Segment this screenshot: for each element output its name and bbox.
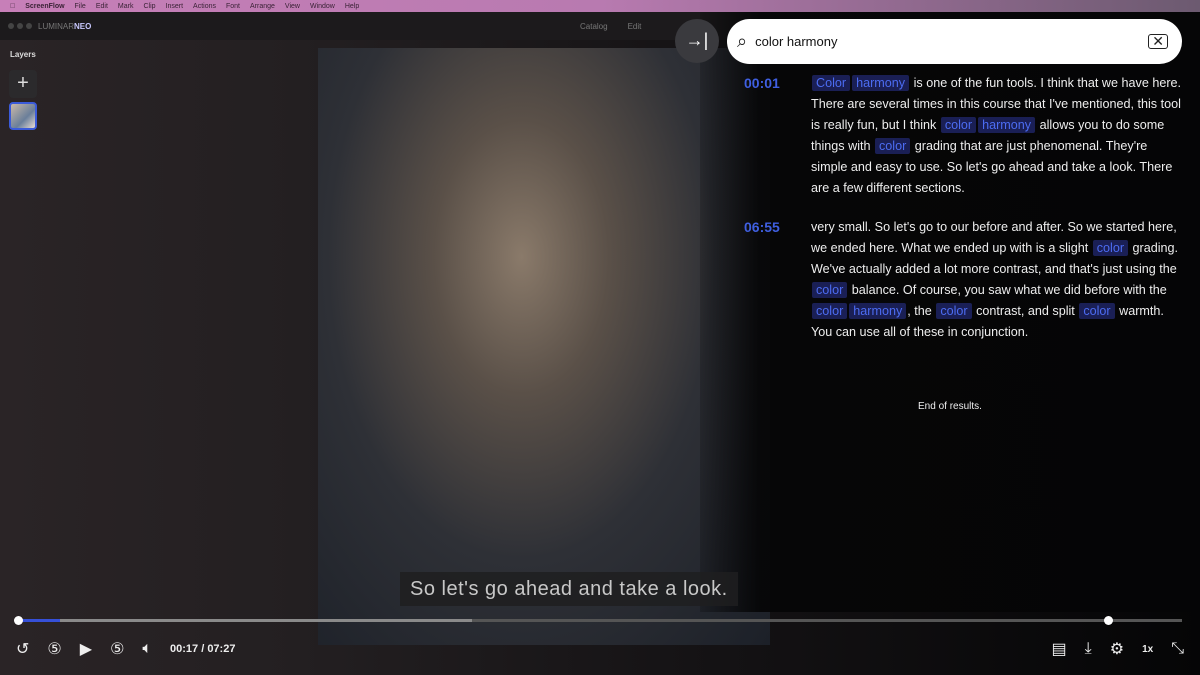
- exit-fullscreen-icon[interactable]: ⤡: [1171, 640, 1184, 658]
- search-match-highlight: Color: [812, 75, 851, 91]
- search-result[interactable]: 00:01 Color harmony is one of the fun too…: [744, 73, 1184, 199]
- transcript-text: , the: [907, 304, 936, 318]
- result-text: Color harmony is one of the fun tools. I …: [811, 73, 1184, 199]
- rewind-5-icon[interactable]: ⑤: [47, 639, 61, 659]
- menu-actions[interactable]: Actions: [193, 3, 216, 10]
- catalog-tab[interactable]: Catalog: [580, 22, 608, 31]
- menu-insert[interactable]: Insert: [166, 3, 184, 10]
- result-timestamp[interactable]: 00:01: [744, 73, 811, 199]
- search-match-highlight: harmony: [978, 117, 1036, 133]
- menu-view[interactable]: View: [285, 3, 300, 10]
- restart-icon[interactable]: ↺: [16, 639, 29, 659]
- search-match-highlight: color: [1079, 303, 1115, 319]
- progress-fill: [18, 619, 60, 622]
- forward-5-icon[interactable]: ⑤: [110, 639, 124, 659]
- menu-edit[interactable]: Edit: [96, 3, 108, 10]
- progress-start-handle[interactable]: [14, 616, 23, 625]
- player-controls: ↺ ⑤ ▶ ⑤ 🔈︎ 00:17 / 07:27 ▤ ⤓ ⚙ 1x ⤡: [16, 638, 1184, 660]
- search-match-highlight: color: [812, 282, 848, 298]
- download-icon[interactable]: ⤓: [1085, 640, 1092, 658]
- window-controls[interactable]: [8, 23, 32, 29]
- progress-bar[interactable]: [14, 616, 1182, 625]
- buffered-bar: [18, 619, 472, 622]
- apple-icon[interactable]: : [10, 3, 15, 10]
- playback-speed-button[interactable]: 1x: [1142, 644, 1153, 655]
- search-match-highlight: color: [875, 138, 911, 154]
- progress-end-handle[interactable]: [1103, 616, 1113, 625]
- menu-font[interactable]: Font: [226, 3, 240, 10]
- edit-tab[interactable]: Edit: [628, 22, 642, 31]
- menu-help[interactable]: Help: [345, 3, 359, 10]
- settings-gear-icon[interactable]: ⚙: [1110, 639, 1124, 659]
- search-match-highlight: color: [812, 303, 848, 319]
- volume-icon[interactable]: 🔈︎: [142, 640, 152, 658]
- collapse-panel-button[interactable]: →|: [675, 19, 719, 63]
- menu-window[interactable]: Window: [310, 3, 335, 10]
- time-display: 00:17 / 07:27: [170, 643, 236, 655]
- captions-icon[interactable]: ▤: [1052, 639, 1067, 659]
- app-logo: LUMINARNEO: [38, 21, 92, 31]
- search-match-highlight: harmony: [852, 75, 910, 91]
- clear-search-icon[interactable]: ✕: [1148, 34, 1168, 49]
- result-text: very small. So let's go to our before an…: [811, 217, 1184, 343]
- add-layer-button[interactable]: +: [9, 70, 37, 98]
- menu-mark[interactable]: Mark: [118, 3, 134, 10]
- menu-file[interactable]: File: [75, 3, 86, 10]
- play-icon[interactable]: ▶: [80, 639, 92, 659]
- search-icon: ⌕: [737, 31, 748, 51]
- search-box: ⌕ ✕: [727, 19, 1182, 64]
- menu-clip[interactable]: Clip: [143, 3, 155, 10]
- search-match-highlight: color: [940, 117, 977, 133]
- layer-thumbnail[interactable]: [9, 102, 37, 130]
- layers-title: Layers: [10, 50, 36, 59]
- menu-app[interactable]: ScreenFlow: [25, 3, 64, 10]
- menu-arrange[interactable]: Arrange: [250, 3, 275, 10]
- search-result[interactable]: 06:55 very small. So let's go to our bef…: [744, 217, 1184, 343]
- transcript-text: balance. Of course, you saw what we did …: [848, 283, 1167, 297]
- result-timestamp[interactable]: 06:55: [744, 217, 811, 343]
- search-match-highlight: color: [936, 303, 972, 319]
- search-match-highlight: color: [1092, 240, 1129, 256]
- menu-bar:  ScreenFlow File Edit Mark Clip Insert …: [0, 0, 1200, 12]
- search-match-highlight: harmony: [849, 303, 907, 319]
- transcript-text: contrast, and split: [972, 304, 1079, 318]
- end-of-results: End of results.: [918, 401, 982, 412]
- search-input[interactable]: [755, 34, 1149, 49]
- caption-text: So let's go ahead and take a look.: [400, 572, 738, 606]
